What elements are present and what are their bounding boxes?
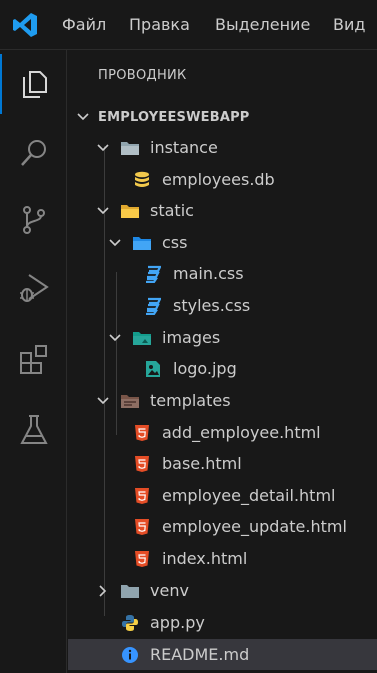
files-icon <box>22 71 47 98</box>
tree-item-label: main.css <box>173 264 244 283</box>
chevron-down-icon <box>109 333 121 341</box>
folder-templates-icon <box>120 391 140 411</box>
tree-item-label: index.html <box>162 549 248 568</box>
chevron-down-icon <box>97 396 109 404</box>
tree-item-label: employee_update.html <box>162 517 347 536</box>
tree-file-index-html[interactable]: index.html <box>68 543 377 574</box>
flask-icon <box>19 415 48 444</box>
tree-item-label: styles.css <box>173 296 251 315</box>
chevron-down-icon <box>109 238 121 246</box>
html-file-icon <box>132 517 152 537</box>
tree-item-label: base.html <box>162 454 242 473</box>
menu-view[interactable]: Вид <box>333 15 365 34</box>
tree-item-label: instance <box>150 138 218 157</box>
tree-file-styles-css[interactable]: styles.css <box>68 290 377 321</box>
tree-item-label: employee_detail.html <box>162 486 336 505</box>
tree-item-label: README.md <box>150 645 250 664</box>
database-icon <box>132 170 152 190</box>
run-debug-activity-button[interactable] <box>0 258 67 318</box>
run-debug-icon <box>19 274 49 302</box>
source-control-icon <box>22 206 45 234</box>
tree-item-label: images <box>162 328 221 347</box>
explorer-title: ПРОВОДНИК <box>98 68 187 83</box>
chevron-down-icon <box>97 206 109 214</box>
testing-activity-button[interactable] <box>0 400 67 460</box>
chevron-down-icon <box>77 113 89 121</box>
tree-file-app-py[interactable]: app.py <box>68 607 377 638</box>
folder-images-icon <box>132 328 152 348</box>
html-file-icon <box>132 454 152 474</box>
vscode-logo-icon <box>13 13 37 37</box>
tree-item-label: employees.db <box>162 170 275 189</box>
image-file-icon <box>143 359 163 379</box>
tree-item-label: css <box>162 233 188 252</box>
search-activity-button[interactable] <box>0 123 67 183</box>
explorer-panel: ПРОВОДНИК EMPLOYEESWEBAPP instance emplo… <box>68 50 377 673</box>
html-file-icon <box>132 423 152 443</box>
tree-item-label: add_employee.html <box>162 423 321 442</box>
folder-static-icon <box>120 201 140 221</box>
tree-folder-css[interactable]: css <box>68 227 377 258</box>
css-file-icon <box>143 296 163 316</box>
source-control-activity-button[interactable] <box>0 190 67 250</box>
tree-file-employees-db[interactable]: employees.db <box>68 164 377 195</box>
html-file-icon <box>132 549 152 569</box>
folder-css-icon <box>132 233 152 253</box>
python-file-icon <box>120 613 140 633</box>
menu-edit[interactable]: Правка <box>129 15 190 34</box>
tree-item-label: static <box>150 201 194 220</box>
folder-open-icon <box>120 138 140 158</box>
tree-file-base-html[interactable]: base.html <box>68 448 377 479</box>
html-file-icon <box>132 486 152 506</box>
extensions-activity-button[interactable] <box>0 330 67 390</box>
tree-file-logo-jpg[interactable]: logo.jpg <box>68 353 377 384</box>
explorer-activity-button[interactable] <box>0 54 67 114</box>
menu-selection[interactable]: Выделение <box>215 15 310 34</box>
info-icon <box>120 645 140 665</box>
activity-bar <box>0 50 67 673</box>
tree-item-label: app.py <box>150 613 205 632</box>
tree-folder-templates[interactable]: templates <box>68 385 377 416</box>
tree-item-label: templates <box>150 391 231 410</box>
chevron-down-icon <box>97 143 109 151</box>
extensions-icon <box>19 345 47 374</box>
workspace-root-label: EMPLOYEESWEBAPP <box>98 109 250 125</box>
tree-folder-instance[interactable]: instance <box>68 132 377 163</box>
tree-file-employee-detail-html[interactable]: employee_detail.html <box>68 480 377 511</box>
workspace-root[interactable]: EMPLOYEESWEBAPP <box>68 102 377 132</box>
tree-folder-static[interactable]: static <box>68 195 377 226</box>
tree-file-readme-md[interactable]: README.md <box>68 639 377 670</box>
title-bar: Файл Правка Выделение Вид <box>0 0 377 50</box>
tree-file-main-css[interactable]: main.css <box>68 258 377 289</box>
menu-file[interactable]: Файл <box>62 15 106 34</box>
tree-file-employee-update-html[interactable]: employee_update.html <box>68 511 377 542</box>
chevron-right-icon <box>99 584 107 597</box>
tree-item-label: logo.jpg <box>173 359 237 378</box>
tree-file-add-employee-html[interactable]: add_employee.html <box>68 417 377 448</box>
tree-folder-images[interactable]: images <box>68 322 377 353</box>
folder-icon <box>120 581 140 601</box>
tree-folder-venv[interactable]: venv <box>68 575 377 606</box>
search-icon <box>20 140 46 166</box>
tree-item-label: venv <box>150 581 189 600</box>
css-file-icon <box>143 264 163 284</box>
